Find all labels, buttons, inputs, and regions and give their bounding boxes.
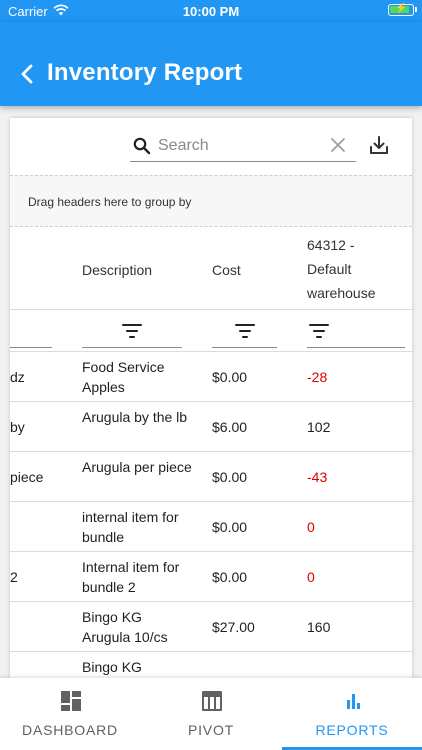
- page-title: Inventory Report: [47, 59, 243, 86]
- description-cell: Bingo KG Arugula 10/cs: [82, 609, 168, 645]
- quantity-cell: 0: [307, 519, 315, 535]
- description-cell: internal item for bundle: [82, 509, 179, 545]
- description-cell: Food Service Apples: [82, 359, 165, 395]
- app-header: Inventory Report: [0, 22, 422, 106]
- bottom-navigation: DASHBOARD PIVOT REPORTS: [0, 678, 422, 750]
- status-bar: Carrier 10:00 PM ⚡: [0, 0, 422, 22]
- description-cell: Bingo KG: [82, 659, 142, 675]
- cost-cell: $27.00: [212, 619, 255, 635]
- table-row[interactable]: piece Arugula per piece $0.00 -43: [10, 452, 412, 502]
- back-arrow-icon[interactable]: [14, 60, 42, 88]
- item-name-cell: dz: [10, 369, 25, 385]
- header-row: Description Cost 64312 - Default warehou…: [10, 228, 412, 310]
- nav-reports-label: REPORTS: [315, 722, 389, 738]
- column-header-cost[interactable]: Cost: [212, 258, 241, 282]
- report-card: Drag headers here to group by Descriptio…: [10, 118, 412, 678]
- group-by-panel[interactable]: Drag headers here to group by: [10, 175, 412, 227]
- clear-icon[interactable]: [330, 137, 346, 153]
- quantity-cell: 160: [307, 619, 331, 635]
- description-cell: Arugula by the lb: [82, 409, 188, 425]
- group-by-hint: Drag headers here to group by: [28, 195, 192, 209]
- table-row[interactable]: dz Food Service Apples $0.00 -28: [10, 352, 412, 402]
- item-name-cell: by: [10, 419, 25, 435]
- table-row[interactable]: internal item for bundle $0.00 0: [10, 502, 412, 552]
- table-row[interactable]: Bingo KG: [10, 652, 412, 678]
- cost-cell: $6.00: [212, 419, 248, 435]
- table-row[interactable]: by Arugula by the lb $6.00 102: [10, 402, 412, 452]
- filter-icon[interactable]: [234, 322, 255, 340]
- nav-reports[interactable]: REPORTS: [282, 678, 422, 750]
- nav-dashboard-label: DASHBOARD: [22, 722, 118, 738]
- warehouse-header-line: Default: [307, 261, 352, 277]
- quantity-cell: -28: [307, 369, 328, 385]
- pivot-table-icon: [202, 691, 222, 711]
- battery-icon: ⚡: [388, 3, 417, 16]
- item-name-cell: 2: [10, 569, 18, 585]
- filter-cell-warehouse[interactable]: [307, 320, 405, 348]
- filter-row: [10, 310, 412, 352]
- dashboard-icon: [61, 691, 81, 711]
- status-time: 10:00 PM: [182, 4, 240, 19]
- filter-cell-name[interactable]: [10, 320, 52, 348]
- table-row[interactable]: 2 Internal item for bundle 2 $0.00 0: [10, 552, 412, 602]
- filter-cell-cost[interactable]: [212, 320, 277, 348]
- filter-cell-description[interactable]: [82, 320, 182, 348]
- download-icon[interactable]: [368, 134, 390, 156]
- warehouse-header-line: 64312 -: [307, 237, 355, 253]
- search-icon: [133, 137, 151, 155]
- nav-pivot[interactable]: PIVOT: [141, 678, 281, 750]
- filter-icon[interactable]: [122, 322, 142, 340]
- cost-cell: $0.00: [212, 569, 248, 585]
- quantity-cell: -43: [307, 469, 328, 485]
- column-header-description[interactable]: Description: [82, 258, 152, 282]
- table-row[interactable]: Bingo KG Arugula 10/cs $27.00 160: [10, 602, 412, 652]
- quantity-cell: 102: [307, 419, 331, 435]
- bar-chart-icon: [347, 694, 360, 709]
- column-header-warehouse[interactable]: 64312 - Default warehouse: [307, 233, 376, 305]
- item-name-cell: piece: [10, 469, 44, 485]
- description-cell: Internal item for bundle 2: [82, 559, 180, 595]
- search-bar: [130, 132, 356, 162]
- description-cell: Arugula per piece: [82, 459, 192, 475]
- cost-cell: $0.00: [212, 519, 248, 535]
- quantity-cell: 0: [307, 569, 315, 585]
- cost-cell: $0.00: [212, 469, 248, 485]
- nav-dashboard[interactable]: DASHBOARD: [0, 678, 140, 750]
- filter-icon[interactable]: [309, 322, 329, 340]
- nav-pivot-label: PIVOT: [187, 722, 234, 738]
- warehouse-header-line: warehouse: [307, 285, 376, 301]
- cost-cell: $0.00: [212, 369, 248, 385]
- search-input[interactable]: [158, 135, 318, 157]
